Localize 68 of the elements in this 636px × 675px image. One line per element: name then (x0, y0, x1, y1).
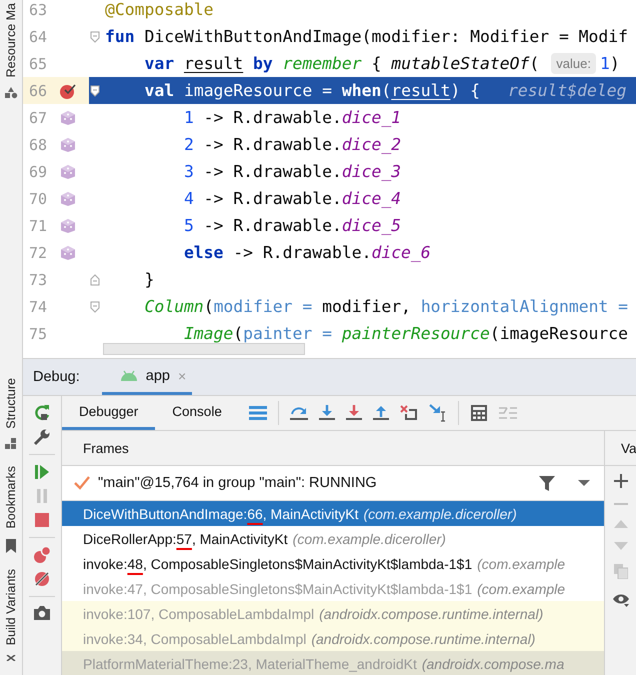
horizontal-scrollbar[interactable] (103, 343, 305, 355)
line-number: 75 (29, 324, 48, 342)
line-number: 64 (29, 28, 48, 46)
filter-icon[interactable] (538, 474, 556, 492)
step-out-icon[interactable] (372, 405, 389, 421)
line-number: 73 (29, 270, 48, 288)
fold-marker-icon[interactable] (90, 30, 100, 42)
mute-breakpoints-icon[interactable] (33, 570, 51, 588)
resume-icon[interactable] (33, 463, 51, 481)
session-label: app (146, 368, 170, 384)
parameter-hint: value: (551, 53, 596, 74)
code-line: 4 -> R.drawable.dice_4 (182, 188, 402, 210)
calculator-icon[interactable] (470, 404, 488, 422)
shapes-icon[interactable] (4, 87, 18, 100)
fold-marker-icon[interactable] (90, 274, 100, 286)
eye-icon[interactable] (612, 593, 630, 607)
code-line: fun DiceWithButtonAndImage(modifier: Modifier = Modif (104, 26, 630, 48)
line-number: 71 (29, 216, 48, 234)
code-line: } (143, 269, 156, 291)
line-number: 74 (29, 298, 48, 316)
breakpoint-icon[interactable] (59, 82, 77, 100)
bookmark-icon[interactable] (5, 538, 17, 553)
wrench-icon[interactable] (33, 428, 51, 446)
fold-marker-icon[interactable] (90, 84, 100, 96)
panel-tab[interactable]: Console (155, 396, 239, 430)
camera-icon[interactable] (33, 605, 51, 621)
stack-frame[interactable]: DiceWithButtonAndImage:66, MainActivityKt (com.example.diceroller) (62, 501, 604, 526)
line-number: 65 (29, 54, 48, 72)
code-line: 3 -> R.drawable.dice_3 (182, 161, 402, 183)
tool-window-tab[interactable]: Structure (4, 376, 18, 430)
frames-header: Frames (83, 440, 129, 456)
stack-frame[interactable]: invoke:48, ComposableSingletons$MainActivityKt$lambda-1$1 (com.example (62, 551, 604, 576)
stack-frame[interactable]: invoke:47, ComposableSingletons$MainActivityKt$lambda-1$1 (com.example (62, 576, 604, 601)
line-number: 66 (29, 82, 48, 100)
line-number: 72 (29, 244, 48, 262)
stop-icon[interactable] (33, 511, 51, 529)
stack-frame[interactable]: DiceRollerApp:57, MainActivityKt (com.example.diceroller) (62, 526, 604, 551)
force-step-into-icon[interactable] (346, 405, 362, 421)
tool-window-tab[interactable]: Build Variants (4, 566, 18, 647)
code-line: Column(modifier = modifier, horizontalAlignment = (143, 296, 630, 318)
code-line: 2 -> R.drawable.dice_2 (182, 134, 402, 156)
structure-icon[interactable] (5, 438, 17, 450)
line-number: 70 (29, 190, 48, 208)
breakpoints-icon[interactable] (33, 546, 51, 564)
code-line: else -> R.drawable.dice_6 (182, 242, 432, 264)
rerun-icon[interactable] (33, 404, 51, 422)
menu-icon[interactable] (248, 406, 267, 420)
dropdown-caret-icon[interactable] (578, 479, 590, 487)
line-number: 69 (29, 162, 48, 180)
line-number: 63 (29, 0, 48, 18)
code-line: Image(painter = painterResource(imageResource (182, 323, 630, 345)
tool-window-tab[interactable]: Bookmarks (4, 464, 18, 531)
check-icon[interactable] (74, 476, 90, 490)
code-line: 5 -> R.drawable.dice_5 (182, 215, 402, 237)
fold-marker-icon[interactable] (90, 300, 100, 312)
plus-icon[interactable] (614, 474, 628, 488)
inline-value-hint: result$deleg (508, 81, 626, 100)
line-number: 68 (29, 136, 48, 154)
code-line: 1 -> R.drawable.dice_1 (182, 107, 402, 129)
step-over-icon[interactable] (290, 405, 308, 421)
code-line: var result by remember { mutableStateOf( value: 1) (143, 52, 621, 76)
panel-title: Debug: (33, 369, 80, 385)
code-line: @Composable (104, 0, 215, 21)
drop-frame-icon[interactable] (400, 405, 418, 421)
run-to-cursor-icon[interactable] (428, 404, 447, 422)
tool-window-tab[interactable]: Resource Ma (4, 1, 18, 80)
step-into-icon[interactable] (318, 405, 335, 421)
line-number: 67 (29, 108, 48, 126)
